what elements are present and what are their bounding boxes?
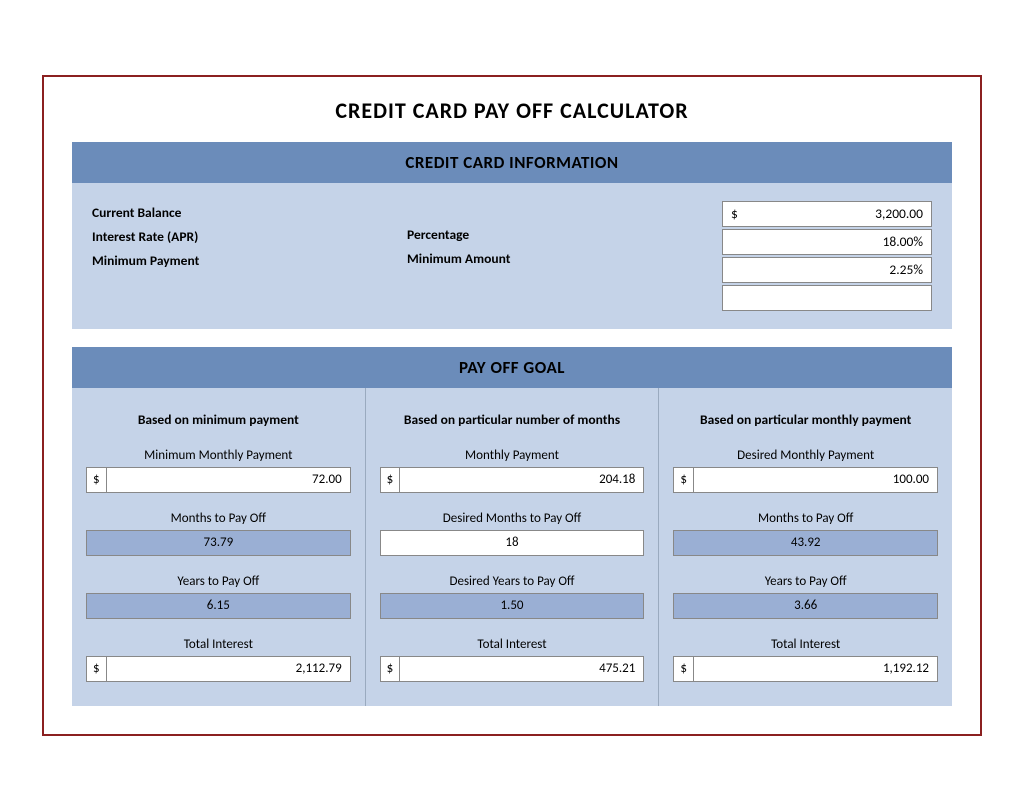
credit-card-info-body: Current Balance Interest Rate (APR) Mini… [72,183,952,329]
col2-spacer1 [380,503,645,511]
col2-field4-value: 475.21 [400,661,643,676]
col1-field1-value: 72.00 [107,472,350,487]
minimum-amount-value-box [722,285,932,311]
payoff-col-3: Based on particular monthly payment Desi… [658,388,952,706]
col2-field3-label: Desired Years to Pay Off [380,574,645,589]
credit-card-sub-labels: Percentage Minimum Amount [407,201,722,272]
current-balance-value: 3,200.00 [744,205,923,222]
col3-field2-result: 43.92 [673,530,938,556]
minimum-payment-label: Minimum Payment [92,249,407,273]
col2-field2-label: Desired Months to Pay Off [380,511,645,526]
col2-spacer2 [380,566,645,574]
col1-field3-label: Years to Pay Off [86,574,351,589]
col2-field1-value: 204.18 [400,472,643,487]
col-1-header: Based on minimum payment [138,402,299,438]
payoff-col-1: Based on minimum payment Minimum Monthly… [72,388,365,706]
col1-field1-input[interactable]: $ 72.00 [86,467,351,493]
minimum-amount-label: Minimum Amount [407,247,510,271]
col1-spacer1 [86,503,351,511]
payoff-goal-body: Based on minimum payment Minimum Monthly… [72,388,952,706]
col2-field3-result: 1.50 [380,593,645,619]
col1-field1-label: Minimum Monthly Payment [86,448,351,463]
current-balance-dollar: $ [731,205,738,222]
col3-field3-result: 3.66 [673,593,938,619]
payoff-goal-header: PAY OFF GOAL [72,347,952,388]
col-2-header: Based on particular number of months [404,402,620,438]
credit-card-labels: Current Balance Interest Rate (APR) Mini… [92,201,407,274]
minimum-payment-pct-box: 2.25% [722,257,932,283]
col3-field2-label: Months to Pay Off [673,511,938,526]
col3-spacer2 [673,566,938,574]
col3-field4-label: Total Interest [673,637,938,652]
col2-field4-dollar: $ [381,657,401,681]
col2-field4-label: Total Interest [380,637,645,652]
credit-card-values: $ 3,200.00 18.00% 2.25% [722,201,932,311]
col1-spacer3 [86,629,351,637]
col1-field2-label: Months to Pay Off [86,511,351,526]
col2-field2-result[interactable]: 18 [380,530,645,556]
credit-card-info-section: CREDIT CARD INFORMATION Current Balance … [72,142,952,329]
percentage-label: Percentage [407,223,469,247]
payoff-goal-section: PAY OFF GOAL Based on minimum payment Mi… [72,347,952,706]
payoff-columns: Based on minimum payment Minimum Monthly… [72,388,952,706]
col1-field4-dollar: $ [87,657,107,681]
col3-field1-label: Desired Monthly Payment [673,448,938,463]
col1-field4-value: 2,112.79 [107,661,350,676]
col1-field4-label: Total Interest [86,637,351,652]
interest-rate-value-box: 18.00% [722,229,932,255]
credit-card-info-header: CREDIT CARD INFORMATION [72,142,952,183]
col2-field1-input[interactable]: $ 204.18 [380,467,645,493]
col2-spacer3 [380,629,645,637]
col3-spacer3 [673,629,938,637]
interest-rate-value: 18.00% [731,233,923,250]
current-balance-label: Current Balance [92,201,407,225]
calculator-wrapper: CREDIT CARD PAY OFF CALCULATOR CREDIT CA… [42,75,982,736]
col3-field4-dollar: $ [674,657,694,681]
minimum-payment-pct-value: 2.25% [731,261,923,278]
col3-field1-input[interactable]: $ 100.00 [673,467,938,493]
col1-field2-result: 73.79 [86,530,351,556]
payoff-col-2: Based on particular number of months Mon… [365,388,659,706]
col3-spacer1 [673,503,938,511]
col1-field3-result: 6.15 [86,593,351,619]
col3-field4-input[interactable]: $ 1,192.12 [673,656,938,682]
col2-field1-dollar: $ [381,468,401,492]
col-3-header: Based on particular monthly payment [700,402,911,438]
col2-field1-label: Monthly Payment [380,448,645,463]
main-title: CREDIT CARD PAY OFF CALCULATOR [72,97,952,124]
col1-field4-input[interactable]: $ 2,112.79 [86,656,351,682]
interest-rate-label: Interest Rate (APR) [92,225,407,249]
col3-field1-dollar: $ [674,468,694,492]
col3-field4-value: 1,192.12 [694,661,937,676]
col3-field3-label: Years to Pay Off [673,574,938,589]
col3-field1-value: 100.00 [694,472,937,487]
col1-spacer2 [86,566,351,574]
col2-field4-input[interactable]: $ 475.21 [380,656,645,682]
credit-card-info-row: Current Balance Interest Rate (APR) Mini… [92,201,932,311]
col1-field1-dollar: $ [87,468,107,492]
current-balance-value-box: $ 3,200.00 [722,201,932,227]
